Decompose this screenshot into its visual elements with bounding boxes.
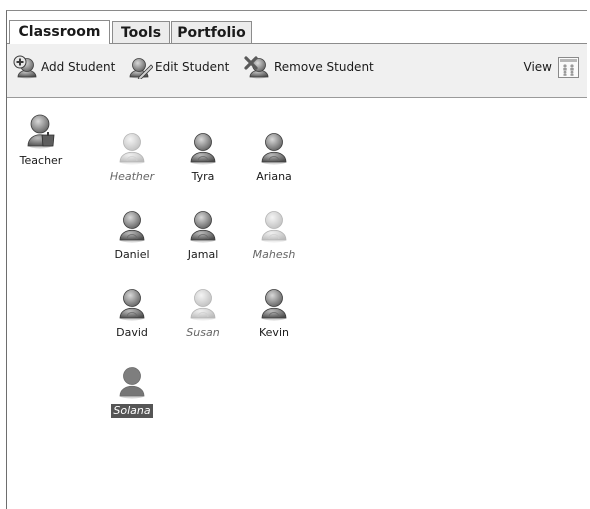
student-david[interactable]: David [102,287,162,340]
student-icon [119,367,145,399]
remove-student-label: Remove Student [274,60,374,74]
view-button[interactable]: View [524,55,579,79]
student-icon [190,211,216,243]
edit-student-label: Edit Student [155,60,230,74]
edit-student-icon [129,58,153,79]
student-icon [261,289,287,321]
classroom-window: Classroom Tools Portfolio Add Student Ed… [6,10,587,509]
student-name-label: Solana [111,404,153,418]
student-icon [119,133,145,165]
student-jamal[interactable]: Jamal [173,209,233,262]
student-name-label: David [116,326,148,339]
student-daniel[interactable]: Daniel [102,209,162,262]
teacher-desk[interactable]: Teacher [11,111,71,168]
student-heather[interactable]: Heather [102,131,162,184]
student-name-label: Heather [109,170,155,183]
student-icon [261,133,287,165]
student-name-label: Kevin [259,326,289,339]
student-name-label: Daniel [114,248,150,261]
student-icon [119,289,145,321]
tab-tools[interactable]: Tools [112,21,170,43]
seating-area: Teacher Heather Tyra Ariana Daniel Jamal Mahe… [7,98,587,509]
remove-student-icon [244,56,269,79]
student-ariana[interactable]: Ariana [244,131,304,184]
toolbar: Add Student Edit Student Remove Student … [7,44,587,98]
tab-portfolio[interactable]: Portfolio [171,21,252,43]
student-name-label: Jamal [187,248,219,261]
view-grid-icon [558,56,579,78]
student-kevin[interactable]: Kevin [244,287,304,340]
tab-classroom[interactable]: Classroom [9,20,110,44]
add-student-button[interactable]: Add Student [13,55,115,79]
student-tyra[interactable]: Tyra [173,131,233,184]
student-icon [119,211,145,243]
view-label: View [523,60,552,74]
edit-student-button[interactable]: Edit Student [127,55,229,79]
student-mahesh[interactable]: Mahesh [244,209,304,262]
student-name-label: Ariana [256,170,292,183]
student-icon [190,289,216,321]
student-icon [190,133,216,165]
student-susan[interactable]: Susan [173,287,233,340]
student-icon [261,211,287,243]
student-name-label: Susan [186,326,220,339]
tab-bar: Classroom Tools Portfolio [7,11,587,44]
teacher-label: Teacher [19,154,63,167]
remove-student-button[interactable]: Remove Student [244,55,374,79]
add-student-icon [13,55,37,79]
student-name-label: Mahesh [252,248,296,261]
add-student-label: Add Student [41,60,116,74]
student-solana[interactable]: Solana [102,365,162,418]
student-name-label: Tyra [191,170,215,183]
teacher-icon [27,114,55,149]
